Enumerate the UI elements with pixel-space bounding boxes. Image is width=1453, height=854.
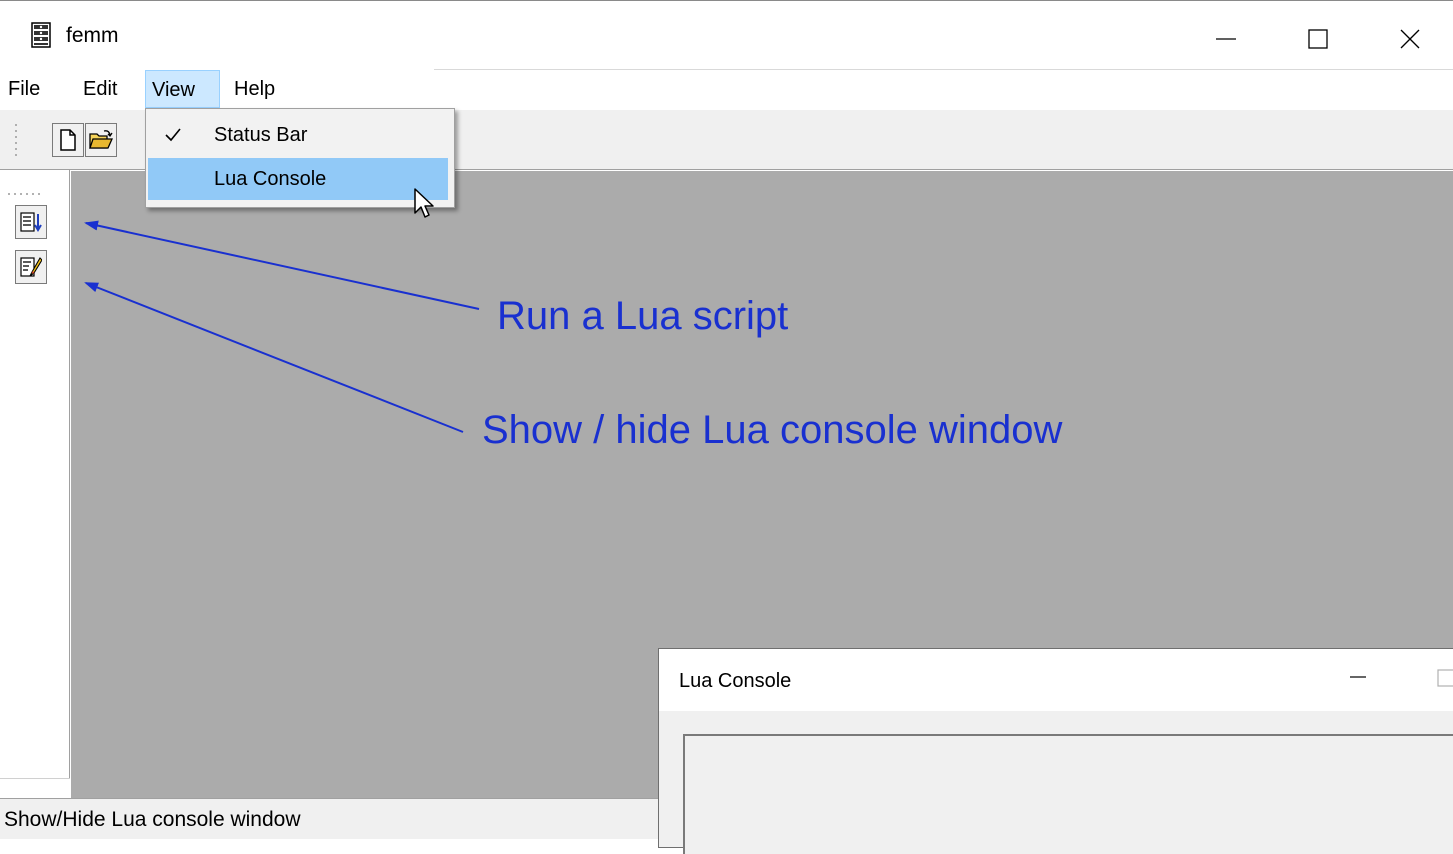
menu-item-status-bar[interactable]: Status Bar [148, 114, 448, 156]
menu-item-label: Status Bar [214, 124, 308, 146]
annotation-show-hide-console: Show / hide Lua console window [482, 408, 1063, 452]
annotation-run-script: Run a Lua script [497, 294, 789, 338]
arrow-run-script [84, 220, 480, 310]
menu-item-lua-console[interactable]: Lua Console [148, 158, 448, 200]
mouse-cursor-icon [414, 188, 438, 222]
arrow-console-toggle [84, 282, 464, 433]
menu-item-label: Lua Console [214, 168, 327, 190]
checkmark-icon [165, 128, 181, 142]
